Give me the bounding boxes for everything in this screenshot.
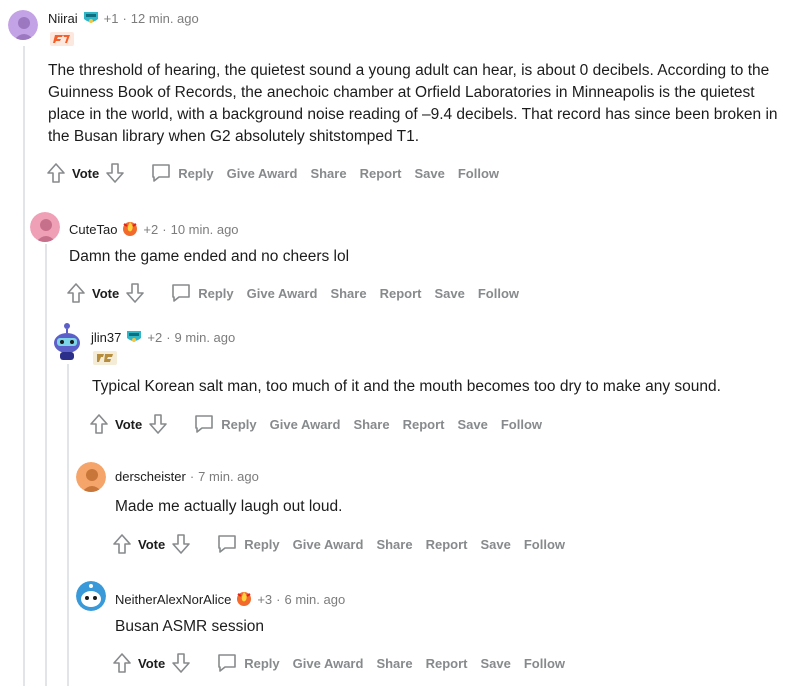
- downvote-arrow-icon[interactable]: [125, 282, 145, 304]
- comment-author[interactable]: NeitherAlexNorAlice: [115, 592, 231, 607]
- downvote-arrow-icon[interactable]: [171, 533, 191, 555]
- give-award-button[interactable]: Give Award: [270, 417, 341, 432]
- comment-timestamp[interactable]: 12 min. ago: [131, 11, 199, 26]
- reply-button[interactable]: Reply: [170, 283, 234, 303]
- award-count: +2: [147, 330, 163, 345]
- comment-body: Busan ASMR session: [115, 618, 265, 635]
- reply-label: Reply: [178, 165, 214, 181]
- avatar[interactable]: [8, 10, 38, 40]
- reply-label: Reply: [244, 536, 280, 552]
- share-button[interactable]: Share: [376, 656, 412, 671]
- upvote-arrow-icon[interactable]: [46, 162, 66, 184]
- save-button[interactable]: Save: [480, 537, 510, 552]
- comment-bubble-icon: [193, 414, 215, 434]
- fire-award-icon: [235, 589, 253, 610]
- save-button[interactable]: Save: [414, 166, 444, 181]
- report-button[interactable]: Report: [426, 537, 468, 552]
- follow-button[interactable]: Follow: [458, 166, 499, 181]
- share-button[interactable]: Share: [353, 417, 389, 432]
- follow-button[interactable]: Follow: [501, 417, 542, 432]
- share-button[interactable]: Share: [330, 286, 366, 301]
- comment-author[interactable]: CuteTao: [69, 222, 117, 237]
- report-button[interactable]: Report: [360, 166, 402, 181]
- comment-bubble-icon: [150, 163, 172, 183]
- award-count: +2: [143, 222, 159, 237]
- save-button[interactable]: Save: [480, 656, 510, 671]
- reply-button[interactable]: Reply: [216, 534, 280, 554]
- comment-bubble-icon: [216, 534, 238, 554]
- separator-dot: ·: [166, 330, 171, 345]
- comment-body: Made me actually laugh out loud.: [115, 498, 343, 515]
- follow-button[interactable]: Follow: [524, 656, 565, 671]
- comment-timestamp[interactable]: 7 min. ago: [198, 469, 259, 484]
- comment-timestamp[interactable]: 9 min. ago: [175, 330, 236, 345]
- separator-dot: ·: [189, 469, 195, 484]
- upvote-arrow-icon[interactable]: [112, 652, 132, 674]
- share-button[interactable]: Share: [310, 166, 346, 181]
- award-count: +3: [257, 592, 273, 607]
- comment-author[interactable]: Niirai: [48, 11, 78, 26]
- save-button[interactable]: Save: [434, 286, 464, 301]
- fire-award-icon: [121, 219, 139, 240]
- downvote-arrow-icon[interactable]: [171, 652, 191, 674]
- comment-timestamp[interactable]: 10 min. ago: [171, 222, 239, 237]
- vote-label: Vote: [92, 285, 120, 301]
- report-button[interactable]: Report: [403, 417, 445, 432]
- separator-dot: ·: [162, 222, 167, 237]
- give-award-button[interactable]: Give Award: [293, 656, 364, 671]
- vote-label: Vote: [115, 416, 143, 432]
- upvote-arrow-icon[interactable]: [89, 413, 109, 435]
- follow-button[interactable]: Follow: [478, 286, 519, 301]
- rng-flair-icon: [93, 351, 117, 370]
- comment-author[interactable]: derscheister: [115, 469, 186, 484]
- share-button[interactable]: Share: [376, 537, 412, 552]
- fnatic-flair-icon: [50, 32, 74, 51]
- separator-dot: ·: [276, 592, 281, 607]
- report-button[interactable]: Report: [426, 656, 468, 671]
- reply-label: Reply: [198, 285, 234, 301]
- comment-timestamp[interactable]: 6 min. ago: [285, 592, 346, 607]
- comment-body: Typical Korean salt man, too much of it …: [92, 378, 721, 395]
- vote-label: Vote: [138, 655, 166, 671]
- helmet-award-icon: [82, 9, 100, 28]
- helmet-award-icon: [125, 328, 143, 347]
- thread-line-level-2[interactable]: [45, 244, 47, 686]
- award-count: +1: [103, 11, 119, 26]
- reply-button[interactable]: Reply: [150, 163, 214, 183]
- avatar[interactable]: [30, 212, 60, 242]
- avatar[interactable]: [51, 322, 83, 362]
- separator-dot: ·: [122, 11, 127, 26]
- vote-label: Vote: [138, 536, 166, 552]
- give-award-button[interactable]: Give Award: [293, 537, 364, 552]
- reply-button[interactable]: Reply: [216, 653, 280, 673]
- reply-button[interactable]: Reply: [193, 414, 257, 434]
- comment-body: The threshold of hearing, the quietest s…: [48, 62, 778, 145]
- reply-label: Reply: [221, 416, 257, 432]
- thread-line-level-3[interactable]: [67, 364, 69, 686]
- reply-label: Reply: [244, 655, 280, 671]
- avatar[interactable]: [76, 581, 106, 611]
- follow-button[interactable]: Follow: [524, 537, 565, 552]
- avatar[interactable]: [76, 462, 106, 492]
- save-button[interactable]: Save: [457, 417, 487, 432]
- downvote-arrow-icon[interactable]: [148, 413, 168, 435]
- comment-body: Damn the game ended and no cheers lol: [69, 248, 350, 265]
- thread-line-level-1[interactable]: [23, 46, 25, 686]
- give-award-button[interactable]: Give Award: [247, 286, 318, 301]
- report-button[interactable]: Report: [380, 286, 422, 301]
- comment-bubble-icon: [216, 653, 238, 673]
- upvote-arrow-icon[interactable]: [66, 282, 86, 304]
- comment-author[interactable]: jlin37: [91, 330, 121, 345]
- give-award-button[interactable]: Give Award: [227, 166, 298, 181]
- comment-bubble-icon: [170, 283, 192, 303]
- upvote-arrow-icon[interactable]: [112, 533, 132, 555]
- vote-label: Vote: [72, 165, 100, 181]
- downvote-arrow-icon[interactable]: [105, 162, 125, 184]
